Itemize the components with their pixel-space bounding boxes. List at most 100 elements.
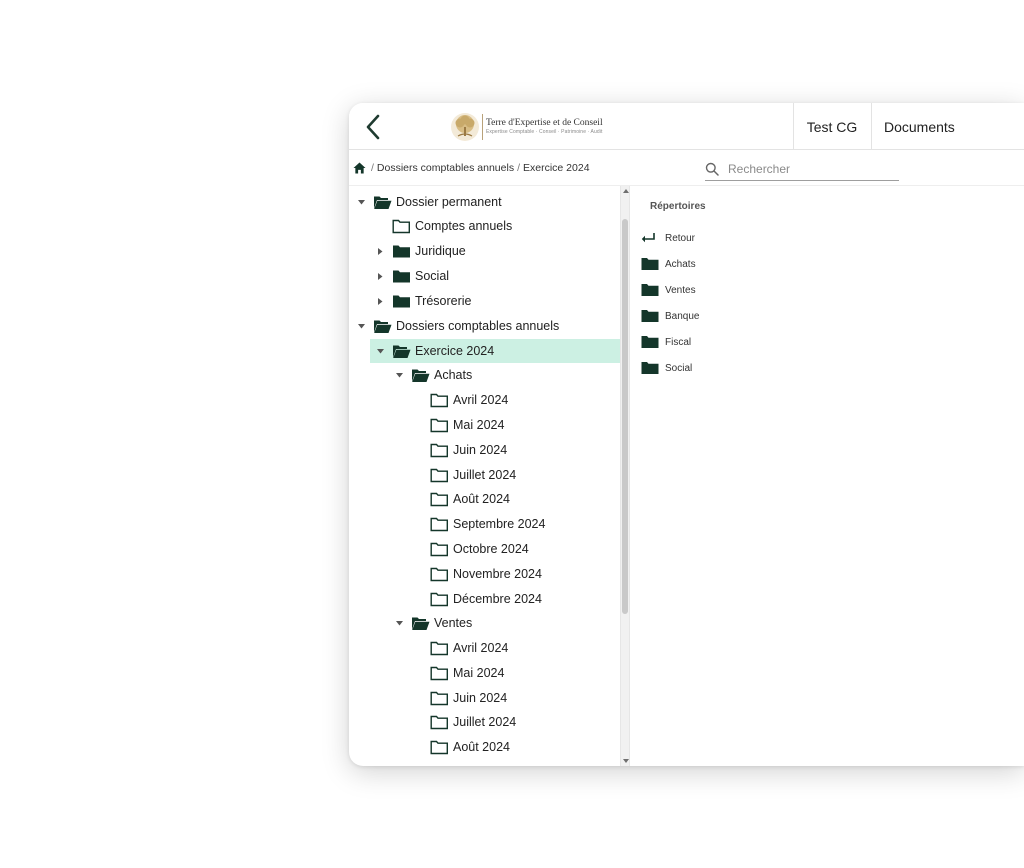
tree-item-achats[interactable]: Achats xyxy=(349,363,620,387)
tree-item-exercice-2024[interactable]: Exercice 2024 xyxy=(370,339,620,363)
tree-item-achats-month[interactable]: Juin 2024 xyxy=(349,438,620,462)
folder-open-icon xyxy=(393,345,411,358)
directory-item-banque[interactable]: Banque xyxy=(641,306,699,326)
back-link-label: Retour xyxy=(665,232,696,244)
directory-label: Banque xyxy=(665,310,700,322)
tree-item-ventes-month[interactable]: Avril 2024 xyxy=(349,636,620,660)
folder-closed-icon xyxy=(393,245,410,257)
caret-down-icon[interactable] xyxy=(356,321,366,331)
tree-item-social[interactable]: Social xyxy=(349,264,620,288)
tree-item-ventes-month[interactable]: Août 2024 xyxy=(349,735,620,759)
back-button[interactable] xyxy=(359,112,387,142)
folder-outline-icon xyxy=(430,641,448,655)
folder-outline-icon xyxy=(430,592,448,606)
folder-outline-icon xyxy=(392,219,410,233)
panel-divider xyxy=(629,186,630,766)
breadcrumb-separator: / xyxy=(371,162,374,174)
tree-item-label: Dossiers comptables annuels xyxy=(396,319,560,333)
caret-down-icon[interactable] xyxy=(394,370,404,380)
logo-subtitle: Expertise Comptable · Conseil · Patrimoi… xyxy=(486,129,603,136)
caret-down-icon[interactable] xyxy=(394,618,404,628)
folder-open-icon xyxy=(412,617,430,630)
directory-item-fiscal[interactable]: Fiscal xyxy=(641,332,691,352)
tree-logo-icon xyxy=(451,113,479,141)
tree-item-label: Juin 2024 xyxy=(453,691,508,705)
directory-item-social[interactable]: Social xyxy=(641,358,692,378)
tree-item-achats-month[interactable]: Octobre 2024 xyxy=(349,537,620,561)
tree-item-dossier-permanent[interactable]: Dossier permanent xyxy=(349,190,620,214)
tree-item-comptes-annuels[interactable]: Comptes annuels xyxy=(349,214,620,238)
tree-item-ventes[interactable]: Ventes xyxy=(349,611,620,635)
return-arrow-icon xyxy=(641,233,655,243)
directories-heading: Répertoires xyxy=(650,201,706,212)
logo-separator xyxy=(482,114,483,140)
tree-item-label: Décembre 2024 xyxy=(453,592,542,606)
app-header: Terre d'Expertise et de Conseil Expertis… xyxy=(349,103,1024,150)
tree-item-label: Dossier permanent xyxy=(396,195,502,209)
tree-item-achats-month[interactable]: Août 2024 xyxy=(349,487,620,511)
tree-item-achats-month[interactable]: Juillet 2024 xyxy=(349,463,620,487)
folder-outline-icon xyxy=(430,542,448,556)
caret-down-icon[interactable] xyxy=(375,346,385,356)
tree-item-dossiers-comptables[interactable]: Dossiers comptables annuels xyxy=(349,314,620,338)
page-title[interactable]: Documents xyxy=(872,103,1024,150)
folder-outline-icon xyxy=(430,418,448,432)
chevron-left-icon xyxy=(366,114,380,140)
home-icon[interactable] xyxy=(353,162,366,174)
tree-item-label: Mai 2024 xyxy=(453,418,505,432)
tree-item-label: Octobre 2024 xyxy=(453,542,529,556)
folder-outline-icon xyxy=(430,517,448,531)
tree-item-label: Exercice 2024 xyxy=(415,344,495,358)
directory-label: Ventes xyxy=(665,284,696,296)
folder-open-icon xyxy=(374,320,392,333)
folder-tree: Dossier permanent Comptes annuels Juridi… xyxy=(349,186,620,766)
folder-closed-icon xyxy=(393,270,410,282)
caret-right-icon[interactable] xyxy=(375,246,385,256)
folder-closed-icon xyxy=(641,284,659,296)
folder-outline-icon xyxy=(430,740,448,754)
folder-open-icon xyxy=(374,196,392,209)
tree-item-achats-month[interactable]: Avril 2024 xyxy=(349,388,620,412)
tree-item-label: Avril 2024 xyxy=(453,641,509,655)
tree-item-label: Juin 2024 xyxy=(453,443,508,457)
caret-down-icon[interactable] xyxy=(356,197,366,207)
back-link[interactable]: Retour xyxy=(641,228,695,248)
logo-title: Terre d'Expertise et de Conseil xyxy=(486,117,603,128)
tree-item-label: Juillet 2024 xyxy=(453,468,517,482)
tree-item-achats-month[interactable]: Septembre 2024 xyxy=(349,512,620,536)
folder-open-icon xyxy=(412,369,430,382)
breadcrumb-item-current[interactable]: Exercice 2024 xyxy=(523,162,590,174)
search-box xyxy=(705,157,899,181)
tree-item-achats-month[interactable]: Novembre 2024 xyxy=(349,562,620,586)
scrollbar-thumb[interactable] xyxy=(622,219,628,614)
tree-item-label: Ventes xyxy=(434,616,473,630)
caret-right-icon[interactable] xyxy=(375,296,385,306)
breadcrumb-separator: / xyxy=(517,162,520,174)
tree-item-ventes-month[interactable]: Juin 2024 xyxy=(349,686,620,710)
logo-text: Terre d'Expertise et de Conseil Expertis… xyxy=(486,117,603,136)
caret-right-icon[interactable] xyxy=(375,271,385,281)
tree-item-ventes-month[interactable]: Mai 2024 xyxy=(349,661,620,685)
tree-item-achats-month[interactable]: Décembre 2024 xyxy=(349,587,620,611)
app-window: Terre d'Expertise et de Conseil Expertis… xyxy=(349,103,1024,766)
tree-item-ventes-month[interactable]: Juillet 2024 xyxy=(349,710,620,734)
tree-item-label: Août 2024 xyxy=(453,740,510,754)
tree-scrollbar[interactable] xyxy=(620,186,629,766)
folder-outline-icon xyxy=(430,715,448,729)
directory-item-ventes[interactable]: Ventes xyxy=(641,280,696,300)
client-name-button[interactable]: Test CG xyxy=(793,103,871,150)
tree-item-juridique[interactable]: Juridique xyxy=(349,239,620,263)
directory-item-achats[interactable]: Achats xyxy=(641,254,696,274)
search-input[interactable] xyxy=(728,161,888,176)
folder-outline-icon xyxy=(430,468,448,482)
tree-item-label: Avril 2024 xyxy=(453,393,509,407)
breadcrumb-item[interactable]: Dossiers comptables annuels xyxy=(377,162,514,174)
company-logo: Terre d'Expertise et de Conseil Expertis… xyxy=(450,111,603,143)
tree-item-label: Juridique xyxy=(415,244,466,258)
folder-outline-icon xyxy=(430,567,448,581)
folder-outline-icon xyxy=(430,691,448,705)
tree-item-label: Comptes annuels xyxy=(415,219,513,233)
folder-outline-icon xyxy=(430,393,448,407)
tree-item-tresorerie[interactable]: Trésorerie xyxy=(349,289,620,313)
tree-item-achats-month[interactable]: Mai 2024 xyxy=(349,413,620,437)
